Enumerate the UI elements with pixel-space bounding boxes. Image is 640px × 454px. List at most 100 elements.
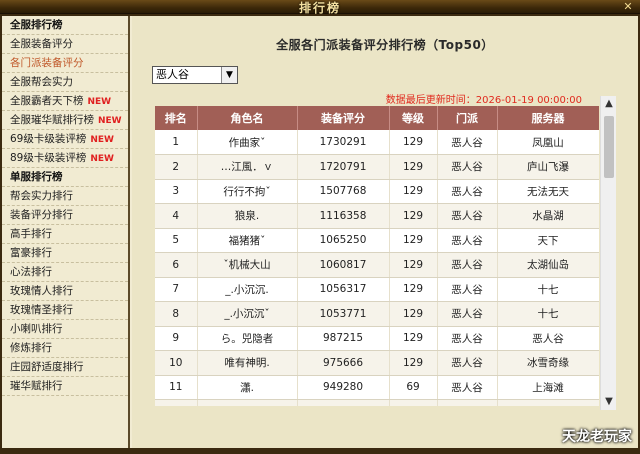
close-icon[interactable]: ✕ [622,1,634,12]
sidebar-item-label: 全服帮会实力 [10,76,73,88]
table-row: 10 唯有神明. 975666 129 恶人谷 冰雪奇缘 [155,350,599,376]
table-cell: 恶人谷 [437,252,498,278]
table-cell: 129 [389,252,438,278]
sidebar: 全服排行榜 全服装备评分 各门派装备评分 全服帮会实力 全服霸者天下榜 NEW 全服璀华赋排… [2,16,130,448]
sidebar-item[interactable]: 各门派装备评分 [2,54,128,73]
table-cell: 太湖仙岛 [497,252,599,278]
scroll-thumb[interactable] [604,116,614,178]
sidebar-item[interactable]: 89级卡级装评榜 NEW [2,149,128,168]
table-cell: 129 [389,277,438,302]
sidebar-item[interactable]: 玫瑰情人排行 [2,282,128,301]
table-cell: 1056317 [297,277,390,302]
page-title: 全服各门派装备评分排行榜（Top50） [276,38,494,52]
table-cell: 949280 [297,375,390,400]
new-badge: NEW [90,135,114,145]
table-cell: 4 [155,203,198,229]
sidebar-item[interactable]: 全服装备评分 [2,35,128,54]
table-cell: 7 [155,277,198,302]
sidebar-item-label: 修炼排行 [10,342,52,354]
column-header: 服务器 [497,106,599,130]
sidebar-item-label: 各门派装备评分 [10,57,84,69]
table-cell: 9 [155,326,198,351]
ranking-table: 排名 角色名 装备评分 等级 门派 服务器 1 作曲家ˇ 1730291 129 恶人谷 凤凰山 2…… [155,106,599,406]
title-bar: 排行榜 ✕ [0,0,640,15]
table-cell: 十七 [497,301,599,327]
table-cell: 恶人谷 [437,350,498,376]
table-row: 12_。风若早916412129恶人谷天下 [155,399,599,406]
sidebar-item[interactable]: 装备评分排行 [2,206,128,225]
table-cell: …江風．ｖ [197,154,298,180]
table-row: 11 瀟. 949280 69 恶人谷 上海滩 [155,375,599,400]
table-cell: _。风若早 [197,399,298,406]
sidebar-item[interactable]: 小喇叭排行 [2,320,128,339]
sidebar-section-header: 全服排行榜 [2,16,128,35]
sidebar-item-label: 庄园舒适度排行 [10,361,84,373]
sidebar-item-label: 高手排行 [10,228,52,240]
table-row: 5 福猪猪ˇ 1065250 129 恶人谷 天下 [155,228,599,253]
sidebar-item-label: 玫瑰情人排行 [10,285,73,297]
sidebar-item[interactable]: 全服霸者天下榜 NEW [2,92,128,111]
table-cell: 129 [389,301,438,327]
sidebar-item[interactable]: 心法排行 [2,263,128,282]
scroll-up-icon[interactable]: ▲ [601,96,617,112]
window-content: 全服排行榜 全服装备评分 各门派装备评分 全服帮会实力 全服霸者天下榜 NEW 全服璀华赋排… [2,16,638,448]
sidebar-item-label: 心法排行 [10,266,52,278]
sidebar-item-label: 全服霸者天下榜 [10,95,84,107]
sidebar-item[interactable]: 全服帮会实力 [2,73,128,92]
sidebar-item[interactable]: 富豪排行 [2,244,128,263]
sidebar-item[interactable]: 全服璀华赋排行榜 NEW [2,111,128,130]
table-header-row: 排名 角色名 装备评分 等级 门派 服务器 [155,106,599,130]
table-cell: 1 [155,130,198,155]
table-cell: 恶人谷 [437,301,498,327]
sidebar-item[interactable]: 高手排行 [2,225,128,244]
sidebar-item-label: 单服排行榜 [10,171,63,183]
table-cell: 1065250 [297,228,390,253]
table-cell: 129 [389,130,438,155]
chevron-down-icon[interactable]: ▼ [221,67,237,83]
table-cell: _.小沉沉ˇ [197,301,298,327]
sidebar-item[interactable]: 璀华赋排行 [2,377,128,396]
table-cell: 129 [389,203,438,229]
table-scrollbar[interactable]: ▲ ▼ [600,96,616,410]
table-cell: 1053771 [297,301,390,327]
table-cell: 69 [389,375,438,400]
table-cell: 129 [389,179,438,204]
sidebar-item[interactable]: 帮会实力排行 [2,187,128,206]
table-row: 4 狼泉. 1116358 129 恶人谷 水晶湖 [155,203,599,229]
table-row: 6 ˇ机械大山 1060817 129 恶人谷 太湖仙岛 [155,252,599,278]
sidebar-item-label: 全服排行榜 [10,19,63,31]
table-cell: 福猪猪ˇ [197,228,298,253]
table-cell: 129 [389,154,438,180]
table-cell: 129 [389,399,438,406]
table-cell: 2 [155,154,198,180]
table-cell: ら。兕隐者 [197,326,298,351]
table-row: 9 ら。兕隐者 987215 129 恶人谷 恶人谷 [155,326,599,351]
table-cell: 1730291 [297,130,390,155]
table-row: 3 行行不拘ˇ 1507768 129 恶人谷 无法无天 [155,179,599,204]
table-cell: 上海滩 [497,375,599,400]
sidebar-item-label: 璀华赋排行 [10,380,63,392]
main-panel: 全服各门派装备评分排行榜（Top50） 恶人谷 ▼ 数据最后更新时间：2026-… [132,16,638,448]
table-cell: 冰雪奇缘 [497,350,599,376]
table-cell: 唯有神明. [197,350,298,376]
sidebar-item-label: 小喇叭排行 [10,323,63,335]
sidebar-item-label: 全服装备评分 [10,38,73,50]
scroll-down-icon[interactable]: ▼ [601,394,617,410]
column-header: 排名 [155,106,198,130]
table-cell: 10 [155,350,198,376]
table-cell: 天下 [497,228,599,253]
table-body: 1 作曲家ˇ 1730291 129 恶人谷 凤凰山 2 …江風．ｖ 1720791 129 恶人谷… [155,130,599,406]
sidebar-item[interactable]: 玫瑰情圣排行 [2,301,128,320]
sidebar-item[interactable]: 庄园舒适度排行 [2,358,128,377]
table-cell: 水晶湖 [497,203,599,229]
sect-select[interactable]: 恶人谷 ▼ [152,66,238,84]
sidebar-item-label: 装备评分排行 [10,209,73,221]
table-row: 7 _.小沉沉. 1056317 129 恶人谷 十七 [155,277,599,302]
table-cell: 129 [389,326,438,351]
table-cell: 无法无天 [497,179,599,204]
sidebar-item[interactable]: 69级卡级装评榜 NEW [2,130,128,149]
sidebar-item[interactable]: 修炼排行 [2,339,128,358]
new-badge: NEW [98,116,122,126]
table-cell: 129 [389,228,438,253]
table-cell: 1060817 [297,252,390,278]
